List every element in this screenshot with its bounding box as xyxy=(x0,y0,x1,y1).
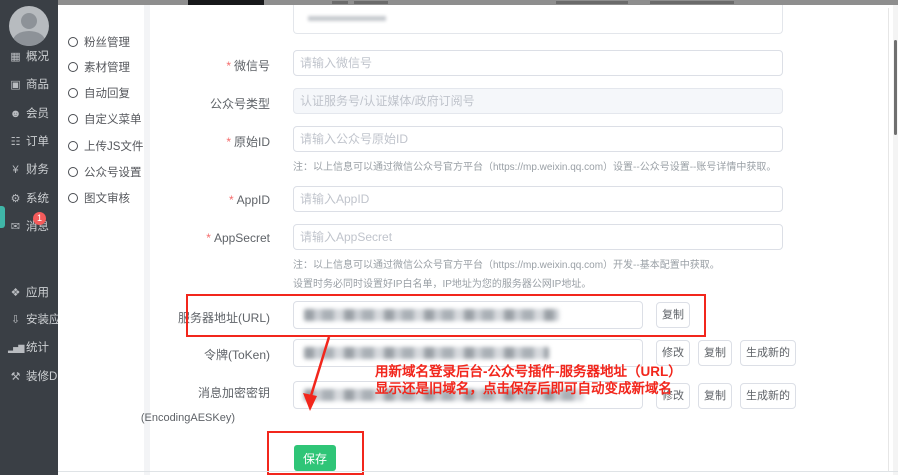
radio-circle-icon xyxy=(68,114,78,124)
sidebar-item-label: 统计 xyxy=(26,342,49,354)
sidebar-item-label: 财务 xyxy=(26,164,49,176)
original-id-input[interactable] xyxy=(293,126,783,152)
dashboard-icon: ▦ xyxy=(8,49,23,65)
submenu-item-fans[interactable]: 粉丝管理 xyxy=(68,35,130,51)
sidebar-item-members[interactable]: ☻会员 xyxy=(8,106,49,122)
floating-widget-sliver[interactable] xyxy=(0,206,5,228)
clipped-text-fragment xyxy=(650,1,734,4)
submenu-item-label: 粉丝管理 xyxy=(84,37,130,49)
wechat-id-label: *微信号 xyxy=(90,57,270,74)
sidebar-item-label: 会员 xyxy=(26,108,49,120)
appid-input[interactable] xyxy=(293,186,783,212)
required-mark: * xyxy=(229,193,234,207)
clipped-text-fragment xyxy=(556,1,628,4)
server-url-input[interactable] xyxy=(293,301,643,329)
bar-chart-icon: ▂▅▇ xyxy=(8,341,23,357)
sidebar-item-label: 系统 xyxy=(26,193,49,205)
wechat-id-input[interactable] xyxy=(293,50,783,76)
server-url-label: 服务器地址(URL) xyxy=(90,309,270,326)
clipped-text-fragment xyxy=(354,1,388,4)
main-sidebar: ▦概况 ▣商品 ☻会员 ☷订单 ¥财务 ⚙系统 ✉消息1 ❖应用 ⇩安装应用 ▂… xyxy=(0,0,58,475)
sidebar-item-label: 应用 xyxy=(26,287,49,299)
submenu-item-label: 公众号设置 xyxy=(84,167,142,179)
apps-icon: ❖ xyxy=(8,285,23,301)
wechat-plugin-settings-page: ▙知识付费解决方案（演示） ▦概况 ▣商品 ☻会员 ☷订单 ¥财务 ⚙系统 ✉消… xyxy=(0,0,898,475)
submenu-item-label: 自定义菜单 xyxy=(84,114,142,126)
aes-key-sublabel: (EncodingAESKey) xyxy=(90,412,235,424)
sidebar-item-overview[interactable]: ▦概况 xyxy=(8,49,49,65)
page-bottom-border xyxy=(58,471,898,472)
avatar-body-shape xyxy=(13,31,45,46)
sidebar-item-orders[interactable]: ☷订单 xyxy=(8,134,49,150)
install-icon: ⇩ xyxy=(8,312,23,328)
sidebar-item-messages[interactable]: ✉消息1 xyxy=(8,219,49,235)
copy-token-button[interactable]: 复制 xyxy=(698,340,732,366)
message-icon: ✉ xyxy=(8,219,23,235)
goods-icon: ▣ xyxy=(8,77,23,93)
required-mark: * xyxy=(206,231,211,245)
original-id-label: *原始ID xyxy=(90,133,270,150)
sidebar-item-goods[interactable]: ▣商品 xyxy=(8,77,49,93)
sidebar-item-label: 订单 xyxy=(26,136,49,148)
message-count-badge: 1 xyxy=(33,212,46,225)
avatar-head-shape xyxy=(21,13,37,29)
avatar[interactable] xyxy=(9,6,49,46)
panel-right-border xyxy=(888,8,889,471)
account-type-input xyxy=(293,88,783,114)
account-type-label: 公众号类型 xyxy=(90,95,270,112)
blurred-value xyxy=(304,309,559,321)
aes-key-input[interactable] xyxy=(293,381,643,409)
copy-url-button[interactable]: 复制 xyxy=(656,302,690,328)
sidebar-item-label: 概况 xyxy=(26,51,49,63)
submenu-item-custom-menu[interactable]: 自定义菜单 xyxy=(68,112,142,128)
sidebar-item-finance[interactable]: ¥财务 xyxy=(8,162,49,178)
orders-icon: ☷ xyxy=(8,134,23,150)
required-mark: * xyxy=(226,59,231,73)
radio-circle-icon xyxy=(68,88,78,98)
clipped-input-field[interactable] xyxy=(293,5,783,34)
original-id-note: 注：以上信息可以通过微信公众号官方平台（https://mp.weixin.qq… xyxy=(293,158,776,173)
token-label: 令牌(ToKen) xyxy=(90,346,270,363)
blurred-value xyxy=(304,389,584,401)
appsecret-label: *AppSecret xyxy=(90,231,270,245)
generate-token-button[interactable]: 生成新的 xyxy=(740,340,796,366)
sidebar-item-statistics[interactable]: ▂▅▇统计 xyxy=(8,340,49,356)
required-mark: * xyxy=(226,135,231,149)
save-button[interactable]: 保存 xyxy=(294,445,336,471)
wrench-icon: ⚒ xyxy=(8,369,23,385)
radio-circle-icon xyxy=(68,37,78,47)
radio-circle-icon xyxy=(68,141,78,151)
copy-aes-button[interactable]: 复制 xyxy=(698,383,732,409)
submenu-item-account-settings[interactable]: 公众号设置 xyxy=(68,165,142,181)
appid-label: *AppID xyxy=(90,193,270,207)
ip-whitelist-note: 设置时务必同时设置好IP白名单，IP地址为您的服务器公网IP地址。 xyxy=(293,275,591,290)
generate-aes-button[interactable]: 生成新的 xyxy=(740,383,796,409)
appsecret-input[interactable] xyxy=(293,224,783,250)
modify-aes-button[interactable]: 修改 xyxy=(656,383,690,409)
blurred-value xyxy=(308,16,386,21)
token-input[interactable] xyxy=(293,339,643,367)
radio-circle-icon xyxy=(68,167,78,177)
radio-circle-icon xyxy=(68,193,78,203)
scrollbar-thumb[interactable] xyxy=(894,40,897,135)
sidebar-item-system[interactable]: ⚙系统 xyxy=(8,191,49,207)
blurred-value xyxy=(304,347,549,359)
radio-circle-icon xyxy=(68,62,78,72)
aes-key-label: 消息加密密钥 xyxy=(90,384,270,401)
members-icon: ☻ xyxy=(8,106,23,122)
sidebar-item-apps[interactable]: ❖应用 xyxy=(8,285,49,301)
modify-token-button[interactable]: 修改 xyxy=(656,340,690,366)
system-gear-icon: ⚙ xyxy=(8,191,23,207)
finance-icon: ¥ xyxy=(8,162,23,178)
clipped-text-fragment xyxy=(332,1,348,4)
sidebar-item-label: 商品 xyxy=(26,79,49,91)
appsecret-note: 注：以上信息可以通过微信公众号官方平台（https://mp.weixin.qq… xyxy=(293,256,720,271)
